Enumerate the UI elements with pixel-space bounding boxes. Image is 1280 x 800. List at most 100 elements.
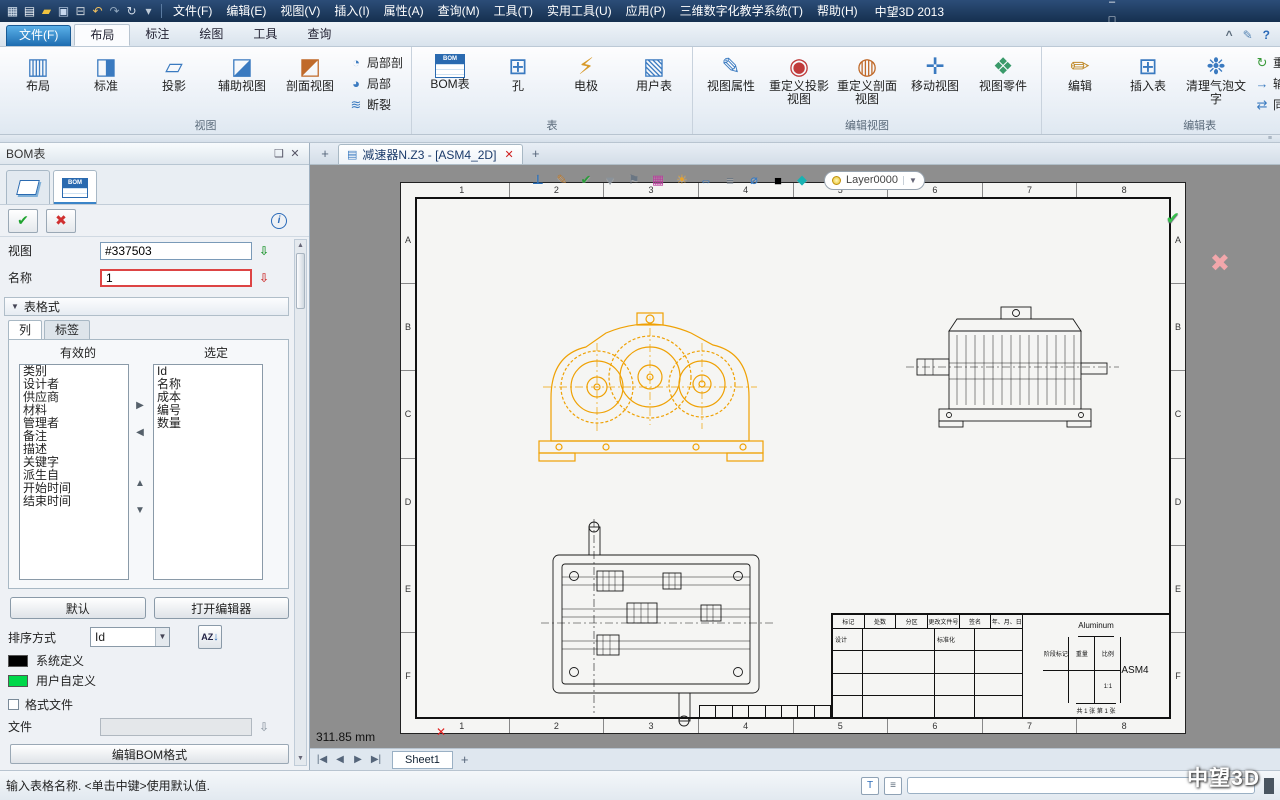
menu-item[interactable]: 帮助(H) [810, 0, 865, 22]
sort-select[interactable]: Id ▼ [90, 627, 170, 647]
list-item[interactable]: 结束时间 [20, 495, 128, 508]
insert-table-button[interactable]: ⊞ 插入表 [1114, 50, 1182, 95]
view-picker-icon[interactable]: ⇩ [256, 243, 272, 259]
print-icon[interactable]: ⊟ [72, 2, 89, 20]
front-view[interactable] [539, 313, 763, 461]
drawing-sheet[interactable]: 12345678 12345678 ABCDEF ABCDEF [400, 182, 1186, 734]
file-picker-icon[interactable]: ⇩ [256, 719, 272, 735]
layer-stack-icon[interactable]: ≡ [720, 170, 740, 190]
menu-item[interactable]: 属性(A) [377, 0, 431, 22]
move-right-icon[interactable]: ▶ [136, 400, 144, 411]
style-pen-icon[interactable]: ✎ [1243, 28, 1253, 42]
edit-table-button[interactable]: ✏ 编辑 [1046, 50, 1114, 95]
cancel-button[interactable]: ✖ [46, 209, 76, 233]
new-file-icon[interactable]: ▤ [21, 2, 38, 20]
scroll-up-icon[interactable]: ▲ [295, 240, 306, 252]
last-sheet-button[interactable]: ▶| [368, 754, 384, 765]
scene-icon[interactable]: ▦ [4, 2, 21, 20]
menu-item[interactable]: 文件(F) [166, 0, 219, 22]
bom-table-button[interactable]: BOM BOM表 [416, 50, 484, 93]
standard-button[interactable]: ◨ 标准 [72, 50, 140, 95]
ok-button[interactable]: ✔ [8, 209, 38, 233]
accept-icon[interactable]: ✔ [576, 170, 596, 190]
panel-scrollbar[interactable]: ▲ ▼ [294, 239, 307, 766]
file-input[interactable] [100, 718, 252, 736]
sun-icon[interactable]: ☀ [672, 170, 692, 190]
regen-icon[interactable]: ↻ [123, 2, 140, 20]
clean-balloon-button[interactable]: ❉ 清理气泡文字 [1182, 50, 1250, 108]
table-format-section-header[interactable]: ▼ 表格式 [4, 297, 289, 316]
hole-table-button[interactable]: ⊞ 孔 [484, 50, 552, 95]
top-view[interactable] [541, 519, 773, 726]
canvas-cancel-icon[interactable]: ✖ [1210, 249, 1230, 278]
regenerate-button[interactable]: ↻ 重生成 ▾ [1250, 52, 1280, 73]
drawing-canvas[interactable]: 12345678 12345678 ABCDEF ABCDEF [310, 165, 1280, 748]
command-list-icon[interactable]: ≡ [884, 777, 902, 795]
ribbon-tab[interactable]: 查询 [292, 24, 346, 46]
dimension-icon[interactable]: ⌀ [744, 170, 764, 190]
tab-view-manager[interactable] [6, 170, 50, 204]
ribbon-tab[interactable]: 标注 [130, 24, 184, 46]
menu-item[interactable]: 编辑(E) [219, 0, 273, 22]
view-attributes-button[interactable]: ✎ 视图属性 [697, 50, 765, 95]
add-sheet-button[interactable]: + [461, 752, 469, 767]
input-mode-icon[interactable]: T [861, 777, 879, 795]
chevron-down-icon[interactable]: ▼ [155, 628, 169, 646]
user-table-button[interactable]: ▧ 用户表 [620, 50, 688, 95]
menu-item[interactable]: 插入(I) [327, 0, 376, 22]
move-view-button[interactable]: ✛ 移动视图 [901, 50, 969, 95]
ribbon-tab[interactable]: 工具 [238, 24, 292, 46]
file-menu-tab[interactable]: 文件(F) [6, 25, 71, 46]
list-item[interactable]: 数量 [154, 417, 262, 430]
local-section-button[interactable]: ◔ 局部剖 [344, 52, 407, 73]
color-swatch[interactable]: ■ [768, 170, 788, 190]
menu-item[interactable]: 工具(T) [487, 0, 540, 22]
help-icon[interactable]: ? [1263, 28, 1270, 42]
view-part-button[interactable]: ❖ 视图零件 [969, 50, 1037, 95]
menu-item[interactable]: 实用工具(U) [540, 0, 619, 22]
tab-bom[interactable]: BOM [53, 170, 97, 204]
sheet-tab[interactable]: Sheet1 [392, 751, 453, 769]
detail-view-button[interactable]: ◕ 局部 [344, 73, 407, 94]
shade-mode-icon[interactable]: ◆ [792, 170, 812, 190]
flag-icon[interactable]: ⚑ [624, 170, 644, 190]
default-button[interactable]: 默认 [10, 597, 146, 619]
view-input[interactable] [100, 242, 252, 260]
side-view[interactable] [906, 307, 1119, 427]
menu-item[interactable]: 应用(P) [619, 0, 673, 22]
move-up-icon[interactable]: ▲ [135, 478, 145, 489]
projection-button[interactable]: ▱ 投影 [140, 50, 208, 95]
new-tab-button[interactable]: + [527, 144, 545, 164]
document-tab[interactable]: ▤ 减速器N.Z3 - [ASM4_2D] ✕ [338, 144, 523, 164]
move-down-icon[interactable]: ▼ [135, 505, 145, 516]
undo-icon[interactable]: ↶ [89, 2, 106, 20]
menu-item[interactable]: 查询(M) [431, 0, 487, 22]
name-picker-icon[interactable]: ⇩ [256, 270, 272, 286]
layer-dropdown[interactable]: Layer0000 ▼ [824, 171, 925, 190]
auxiliary-view-button[interactable]: ◪ 辅助视图 [208, 50, 276, 95]
new-tab-button[interactable]: + [316, 144, 334, 164]
menu-item[interactable]: 视图(V) [273, 0, 327, 22]
open-folder-icon[interactable]: ▰ [38, 2, 55, 20]
qat-dropdown-icon[interactable]: ▾ [140, 2, 157, 20]
redefine-projection-button[interactable]: ◉ 重定义投影视图 [765, 50, 833, 108]
sync-bom-button[interactable]: ⇄ 同步BOM表... [1250, 94, 1280, 115]
next-sheet-button[interactable]: ▶ [350, 754, 366, 765]
format-tab[interactable]: 标签 [44, 320, 90, 339]
save-icon[interactable]: ▣ [55, 2, 72, 20]
align-icon[interactable]: ⇔ [696, 170, 716, 190]
prev-sheet-button[interactable]: ◀ [332, 754, 348, 765]
redefine-section-button[interactable]: ◍ 重定义剖面视图 [833, 50, 901, 108]
ribbon-tab[interactable]: 布局 [74, 24, 130, 46]
move-left-icon[interactable]: ◀ [136, 427, 144, 438]
layout-button[interactable]: ▥ 布局 [4, 50, 72, 95]
section-view-button[interactable]: ◩ 剖面视图 [276, 50, 344, 95]
format-tab[interactable]: 列 [8, 320, 42, 339]
info-icon[interactable]: i [271, 213, 287, 229]
ribbon-tab[interactable]: 绘图 [184, 24, 238, 46]
minimize-button[interactable]: – [1099, 0, 1125, 11]
panel-close-icon[interactable]: ✕ [287, 147, 303, 160]
scroll-down-icon[interactable]: ▼ [295, 753, 306, 765]
import-table-button[interactable]: → 输入表 ▾ [1250, 73, 1280, 94]
edit-bom-format-button[interactable]: 编辑BOM格式 [10, 744, 289, 764]
